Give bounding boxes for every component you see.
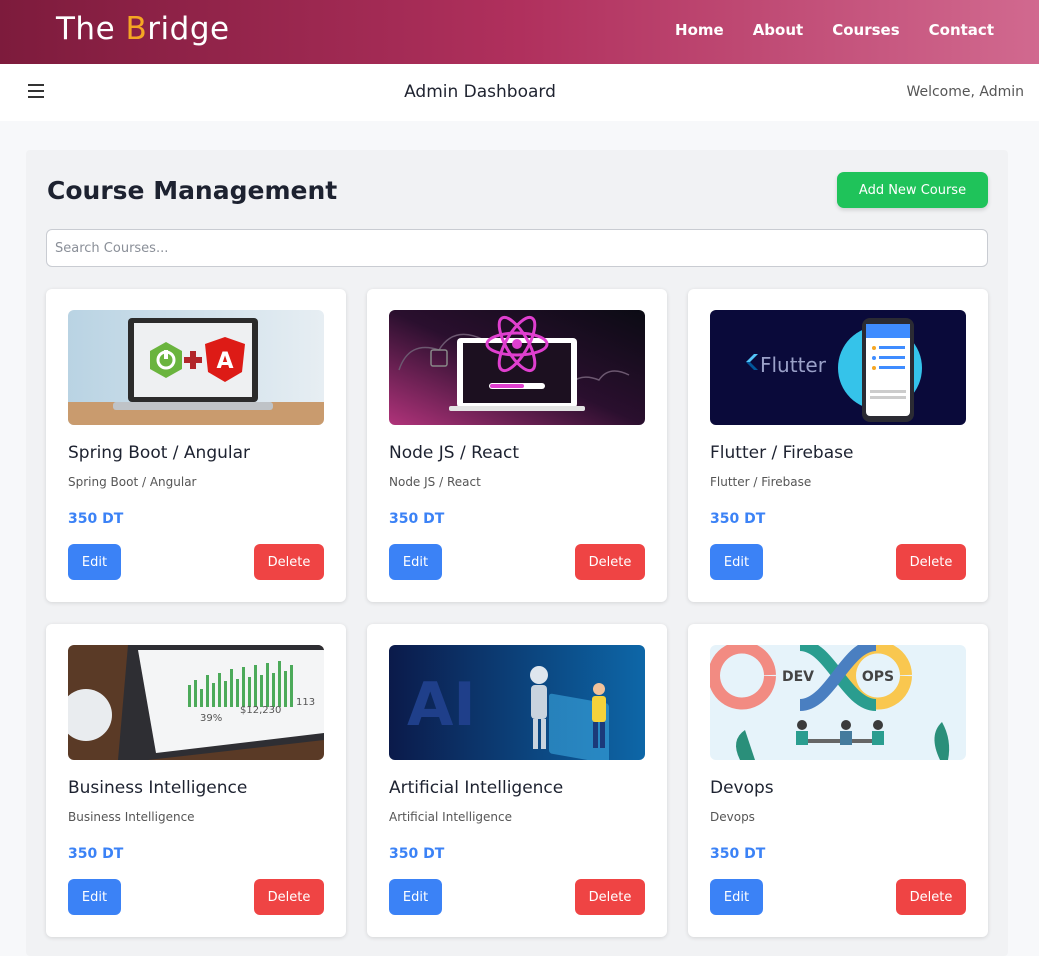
course-card: AI Artificial Intelligence Artificial In… (367, 624, 667, 937)
nav-links: Home About Courses Contact (675, 21, 994, 39)
course-description: Devops (710, 810, 755, 824)
nav-link-contact[interactable]: Contact (929, 21, 994, 39)
course-description: Business Intelligence (68, 810, 195, 824)
svg-text:$12,230: $12,230 (240, 705, 281, 716)
course-image-flutter-firebase: Flutter (710, 310, 966, 425)
logo-suffix: ridge (147, 11, 230, 47)
course-title: Business Intelligence (68, 778, 248, 798)
svg-text:DEV: DEV (782, 669, 814, 685)
course-description: Node JS / React (389, 475, 481, 489)
course-price: 350 DT (68, 511, 124, 527)
edit-button[interactable]: Edit (389, 879, 442, 915)
course-price: 350 DT (389, 511, 445, 527)
edit-button[interactable]: Edit (710, 879, 763, 915)
edit-button[interactable]: Edit (68, 544, 121, 580)
welcome-text: Welcome, Admin (906, 84, 1024, 100)
course-description: Artificial Intelligence (389, 810, 512, 824)
dashboard-header: Admin Dashboard Welcome, Admin (0, 64, 1039, 121)
course-card: 39% $12,230 113 Business Intelligence Bu… (46, 624, 346, 937)
nav-link-home[interactable]: Home (675, 21, 724, 39)
course-description: Spring Boot / Angular (68, 475, 197, 489)
course-title: Artificial Intelligence (389, 778, 564, 798)
course-title: Devops (710, 778, 774, 798)
course-title: Node JS / React (389, 443, 520, 463)
svg-text:AI: AI (407, 670, 476, 740)
course-image-artificial-intelligence: AI (389, 645, 645, 760)
delete-button[interactable]: Delete (896, 544, 966, 580)
course-card: Node JS / React Node JS / React 350 DT E… (367, 289, 667, 602)
delete-button[interactable]: Delete (575, 879, 645, 915)
course-image-node-react (389, 310, 645, 425)
svg-text:113: 113 (296, 697, 315, 708)
course-price: 350 DT (710, 511, 766, 527)
course-image-devops: DEV OPS (710, 645, 966, 760)
course-management-panel: Course Management Add New Course A Sprin… (26, 150, 1008, 956)
delete-button[interactable]: Delete (896, 879, 966, 915)
course-description: Flutter / Firebase (710, 475, 812, 489)
dashboard-title: Admin Dashboard (404, 82, 556, 102)
edit-button[interactable]: Edit (389, 544, 442, 580)
course-price: 350 DT (68, 846, 124, 862)
course-image-spring-angular: A (68, 310, 324, 425)
logo-accent: B (125, 11, 148, 47)
logo[interactable]: The Bridge (56, 11, 230, 47)
course-card: A Spring Boot / Angular Spring Boot / An… (46, 289, 346, 602)
svg-text:OPS: OPS (862, 669, 894, 685)
edit-button[interactable]: Edit (710, 544, 763, 580)
logo-prefix: The (56, 11, 126, 47)
page-title: Course Management (47, 176, 338, 205)
search-input[interactable] (46, 229, 988, 267)
add-new-course-button[interactable]: Add New Course (837, 172, 988, 208)
top-navbar: The Bridge Home About Courses Contact (0, 0, 1039, 64)
delete-button[interactable]: Delete (254, 544, 324, 580)
svg-text:A: A (216, 349, 233, 374)
course-title: Flutter / Firebase (710, 443, 854, 463)
svg-text:Flutter: Flutter (760, 353, 827, 377)
nav-link-courses[interactable]: Courses (832, 21, 899, 39)
delete-button[interactable]: Delete (254, 879, 324, 915)
course-price: 350 DT (389, 846, 445, 862)
course-card: DEV OPS Devops Devops 350 DT Edit Delete (688, 624, 988, 937)
edit-button[interactable]: Edit (68, 879, 121, 915)
svg-text:39%: 39% (200, 713, 222, 724)
course-card: Flutter Flutter / Firebase Flutter / Fir… (688, 289, 988, 602)
delete-button[interactable]: Delete (575, 544, 645, 580)
course-title: Spring Boot / Angular (68, 443, 251, 463)
course-image-business-intelligence: 39% $12,230 113 (68, 645, 324, 760)
course-price: 350 DT (710, 846, 766, 862)
nav-link-about[interactable]: About (753, 21, 804, 39)
